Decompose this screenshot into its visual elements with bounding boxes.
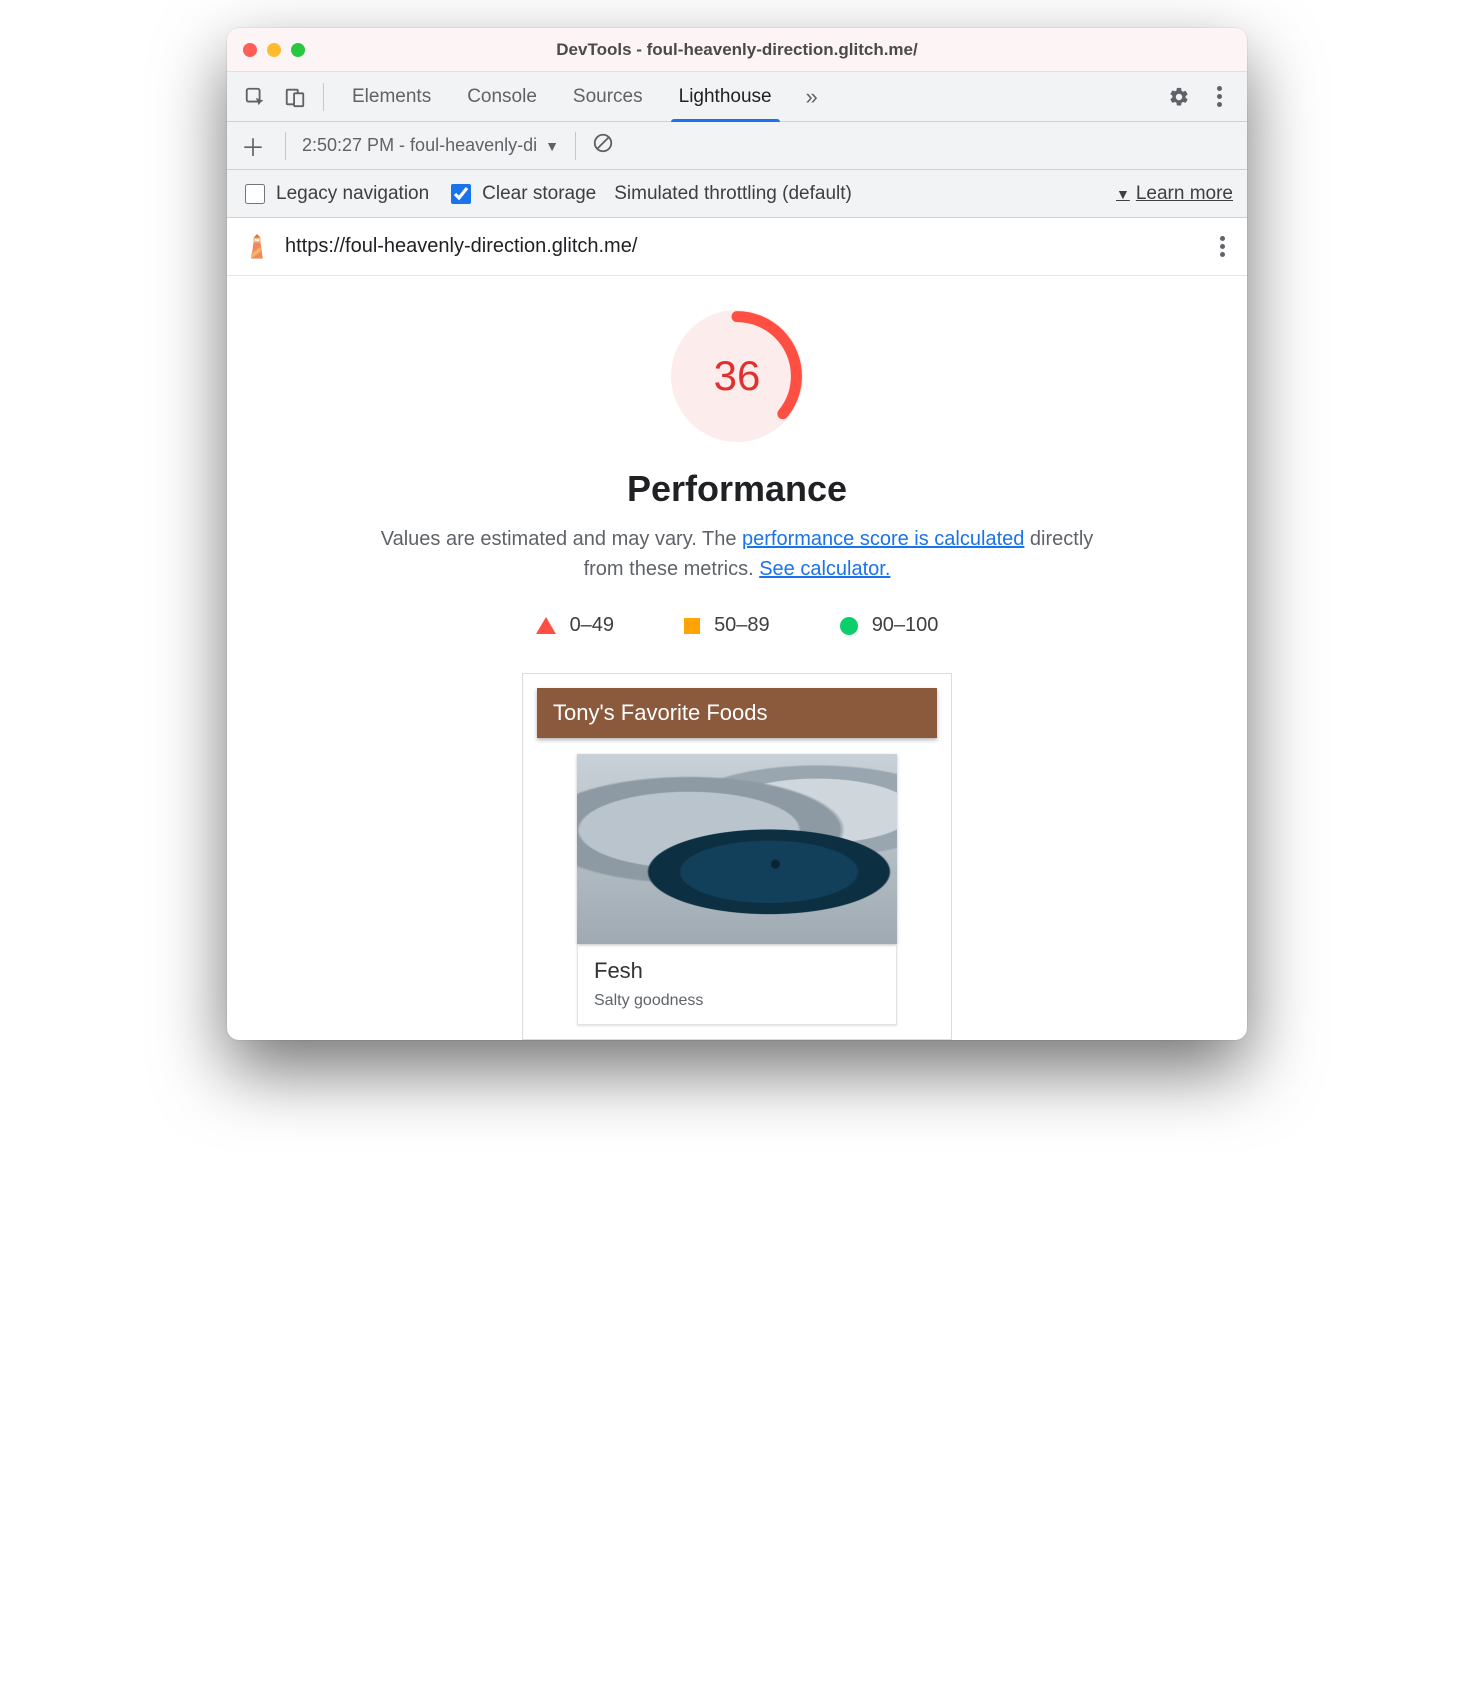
clear-storage-option[interactable]: Clear storage (447, 181, 596, 207)
chevron-down-icon: ▼ (545, 138, 559, 154)
legend-pass-label: 90–100 (872, 614, 939, 637)
window-title: DevTools - foul-heavenly-direction.glitc… (227, 40, 1247, 60)
lighthouse-report: 36 Performance Values are estimated and … (227, 276, 1247, 1040)
traffic-lights (243, 43, 305, 57)
clear-icon[interactable] (592, 132, 614, 159)
legacy-navigation-option[interactable]: Legacy navigation (241, 181, 429, 207)
triangle-icon (536, 617, 556, 634)
lighthouse-options: Legacy navigation Clear storage Simulate… (227, 170, 1247, 218)
throttling-label: Simulated throttling (default) (614, 183, 852, 205)
lighthouse-icon (243, 233, 271, 261)
tab-label: Lighthouse (679, 86, 772, 108)
see-calculator-link[interactable]: See calculator. (759, 558, 890, 580)
tab-elements[interactable]: Elements (334, 72, 449, 122)
inspect-element-icon[interactable] (237, 79, 273, 115)
panel-tabs: Elements Console Sources Lighthouse (334, 72, 790, 122)
legacy-navigation-label: Legacy navigation (276, 183, 429, 205)
legacy-navigation-checkbox[interactable] (245, 184, 265, 204)
score-legend: 0–49 50–89 90–100 (257, 614, 1217, 637)
report-menu-button[interactable] (1214, 230, 1231, 263)
tab-lighthouse[interactable]: Lighthouse (661, 72, 790, 122)
preview-card-subtitle: Salty goodness (594, 992, 880, 1010)
square-icon (684, 618, 700, 634)
performance-heading: Performance (257, 468, 1217, 510)
divider (323, 83, 324, 111)
preview-card-title: Fesh (594, 958, 880, 984)
clear-storage-checkbox[interactable] (451, 184, 471, 204)
clear-storage-label: Clear storage (482, 183, 596, 205)
chevron-down-icon: ▼ (1116, 186, 1130, 202)
divider (575, 132, 576, 160)
score-calc-link[interactable]: performance score is calculated (742, 528, 1024, 550)
devtools-tabstrip: Elements Console Sources Lighthouse » (227, 72, 1247, 122)
divider (285, 132, 286, 160)
preview-image (577, 754, 897, 944)
learn-more-label: Learn more (1136, 183, 1233, 205)
device-toolbar-icon[interactable] (277, 79, 313, 115)
tab-label: Elements (352, 86, 431, 108)
learn-more-link[interactable]: ▼ Learn more (1116, 183, 1233, 205)
more-options-icon[interactable] (1201, 79, 1237, 115)
tab-label: Sources (573, 86, 643, 108)
tab-console[interactable]: Console (449, 72, 555, 122)
report-selector-label: 2:50:27 PM - foul-heavenly-di (302, 135, 537, 156)
legend-fail: 0–49 (536, 614, 615, 637)
tab-sources[interactable]: Sources (555, 72, 661, 122)
report-url-row: https://foul-heavenly-direction.glitch.m… (227, 218, 1247, 276)
preview-header: Tony's Favorite Foods (537, 688, 937, 738)
report-selector[interactable]: 2:50:27 PM - foul-heavenly-di ▼ (302, 135, 559, 156)
titlebar: DevTools - foul-heavenly-direction.glitc… (227, 28, 1247, 72)
page-preview: Tony's Favorite Foods Fesh Salty goodnes… (522, 673, 952, 1040)
minimize-window-button[interactable] (267, 43, 281, 57)
tab-label: Console (467, 86, 537, 108)
performance-description: Values are estimated and may vary. The p… (377, 524, 1097, 584)
performance-score: 36 (671, 310, 803, 442)
performance-gauge[interactable]: 36 (671, 310, 803, 442)
settings-gear-icon[interactable] (1161, 79, 1197, 115)
legend-fail-label: 0–49 (570, 614, 615, 637)
legend-average-label: 50–89 (714, 614, 770, 637)
legend-pass: 90–100 (840, 614, 939, 637)
more-tabs-icon[interactable]: » (794, 79, 830, 115)
preview-card-body: Fesh Salty goodness (577, 944, 897, 1025)
legend-average: 50–89 (684, 614, 770, 637)
zoom-window-button[interactable] (291, 43, 305, 57)
desc-text: Values are estimated and may vary. The (381, 528, 742, 550)
lighthouse-subtoolbar: ＋ 2:50:27 PM - foul-heavenly-di ▼ (227, 122, 1247, 170)
new-report-button[interactable]: ＋ (237, 128, 269, 163)
devtools-window: DevTools - foul-heavenly-direction.glitc… (227, 28, 1247, 1040)
report-url: https://foul-heavenly-direction.glitch.m… (285, 235, 637, 258)
close-window-button[interactable] (243, 43, 257, 57)
circle-icon (840, 617, 858, 635)
